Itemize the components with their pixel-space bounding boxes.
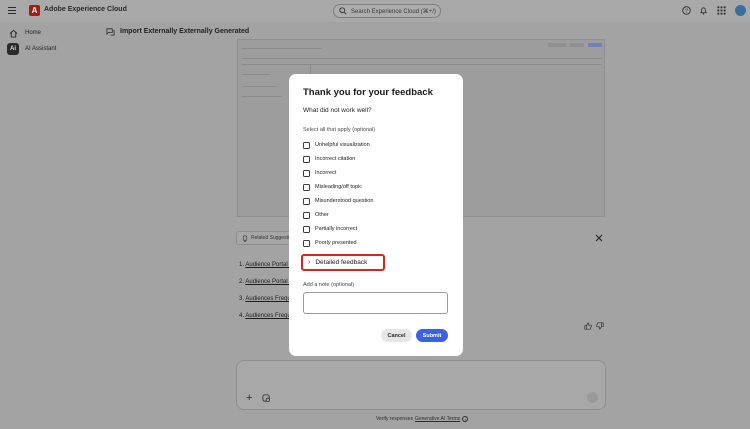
avatar[interactable] (735, 5, 746, 16)
sidebar-item-ai-assistant[interactable]: Ai AI Assistant (5, 42, 94, 56)
suggestion-link[interactable]: Audience Portal C (245, 262, 293, 268)
page-header: Import Externally Externally Generated (106, 27, 249, 36)
list-number: 1. (239, 262, 245, 268)
lightbulb-icon (242, 234, 248, 242)
checkbox-poorly-presented[interactable]: Poorly presented (303, 239, 357, 247)
checkbox-label: Unhelpful visualization (315, 142, 370, 148)
cancel-button[interactable]: Cancel (381, 329, 412, 342)
bell-icon[interactable] (699, 6, 708, 15)
dialog-title: Thank you for your feedback (303, 87, 433, 98)
note-label: Add a note (optional) (303, 282, 355, 288)
dialog-question: What did not work well? (303, 107, 372, 114)
checkbox-box[interactable] (303, 183, 310, 191)
list-item: 1. Audience Portal C (239, 262, 294, 268)
info-icon[interactable]: i (462, 416, 469, 422)
attachment-icon[interactable] (262, 394, 271, 403)
search-icon (339, 7, 347, 15)
checkbox-partially-incorrect[interactable]: Partially incorrect (303, 225, 357, 233)
add-icon[interactable]: + (246, 393, 252, 404)
checkbox-label: Partially incorrect (315, 226, 358, 232)
send-button[interactable] (587, 392, 598, 403)
adobe-logo-icon: A (29, 5, 40, 16)
list-item: 4. Audiences Freque (239, 313, 294, 319)
checkbox-misleading[interactable]: Misleading/off topic (303, 183, 362, 191)
suggestion-link[interactable]: Audiences Freque (245, 296, 294, 302)
list-number: 2. (239, 279, 245, 285)
sidebar: Home Ai AI Assistant (0, 22, 98, 429)
search-bar[interactable]: Search Experience Cloud (⌘+/) (333, 4, 441, 18)
checkbox-box[interactable] (303, 197, 310, 205)
footer-disclaimer: Verify responses Generative AI Terms i (376, 416, 469, 422)
help-icon[interactable]: ? (682, 6, 691, 15)
ai-assistant-icon: Ai (7, 43, 19, 55)
generative-ai-terms-link[interactable]: Generative AI Terms (415, 416, 460, 422)
checkbox-box[interactable] (303, 155, 310, 163)
prompt-composer[interactable]: + (236, 360, 606, 410)
list-number: 3. (239, 296, 245, 302)
checkbox-box[interactable] (303, 169, 310, 177)
select-hint: Select all that apply (optional) (303, 127, 376, 133)
checkbox-label: Other (315, 212, 329, 218)
checkbox-label: Misunderstood question (315, 198, 374, 204)
checkbox-box[interactable] (303, 239, 310, 247)
chat-icon (106, 28, 115, 36)
footer-text: Verify responses (376, 416, 413, 422)
top-bar: A Adobe Experience Cloud Search Experien… (0, 0, 750, 22)
note-field[interactable] (303, 292, 448, 314)
list-item: 3. Audiences Freque (239, 296, 294, 302)
svg-text:?: ? (685, 8, 688, 14)
page-title: Import Externally Externally Generated (120, 28, 250, 35)
sidebar-item-label: Home (25, 30, 42, 36)
list-number: 4. (239, 313, 245, 319)
checkbox-box[interactable] (303, 211, 310, 219)
sidebar-item-label: AI Assistant (25, 46, 57, 52)
list-item: 2. Audience Portal C (239, 279, 294, 285)
apps-grid-icon[interactable] (717, 6, 726, 15)
checkbox-label: Incorrect citation (315, 156, 356, 162)
feedback-dialog: Thank you for your feedback What did not… (289, 74, 463, 356)
app-title: Adobe Experience Cloud (44, 6, 127, 13)
search-placeholder: Search Experience Cloud (⌘+/) (351, 8, 436, 15)
checkbox-label: Poorly presented (315, 240, 357, 246)
checkbox-misunderstood-question[interactable]: Misunderstood question (303, 197, 373, 205)
close-icon[interactable] (594, 233, 604, 243)
thumbs-up-icon[interactable] (584, 322, 592, 330)
detailed-feedback-label: Detailed feedback (315, 259, 368, 266)
suggestion-link[interactable]: Audience Portal C (245, 279, 293, 285)
detailed-feedback-toggle[interactable]: › Detailed feedback (301, 254, 385, 271)
menu-icon[interactable] (8, 7, 16, 14)
checkbox-incorrect[interactable]: Incorrect (303, 169, 336, 177)
submit-button[interactable]: Submit (416, 329, 448, 342)
checkbox-other[interactable]: Other (303, 211, 329, 219)
checkbox-box[interactable] (303, 225, 310, 233)
suggestion-link[interactable]: Audiences Freque (245, 313, 294, 319)
checkbox-label: Incorrect (315, 170, 337, 176)
home-icon (7, 27, 19, 39)
chevron-right-icon: › (308, 259, 311, 266)
checkbox-label: Misleading/off topic (315, 184, 362, 190)
checkbox-incorrect-citation[interactable]: Incorrect citation (303, 155, 355, 163)
sidebar-item-home[interactable]: Home (5, 26, 94, 40)
checkbox-unhelpful-visualization[interactable]: Unhelpful visualization (303, 141, 370, 149)
thumbs-down-icon[interactable] (596, 322, 604, 330)
checkbox-box[interactable] (303, 141, 310, 149)
